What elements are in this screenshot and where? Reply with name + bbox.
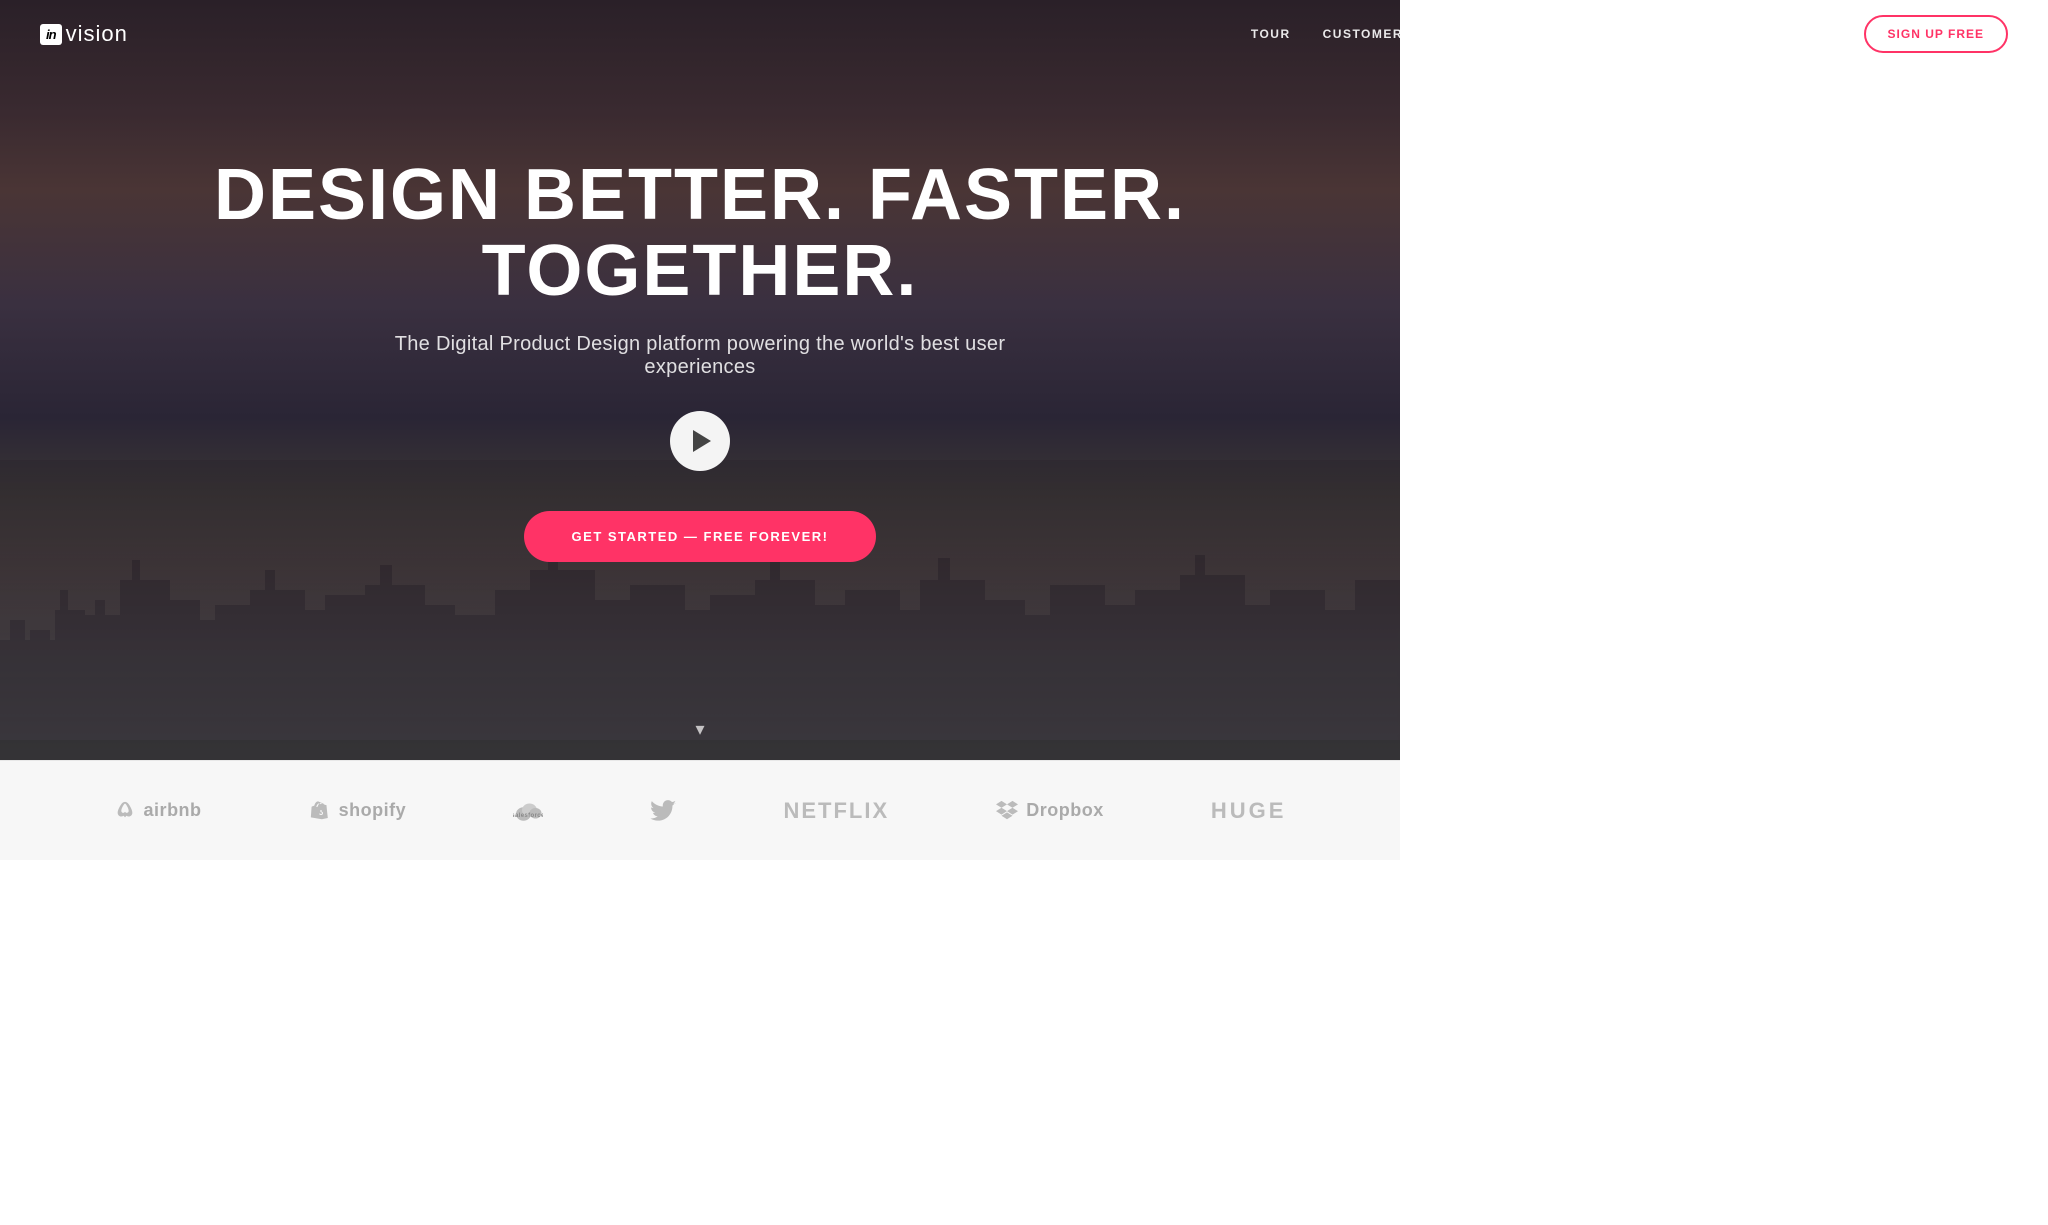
shopify-label: shopify <box>339 800 407 821</box>
logo-salesforce: salesforce <box>513 800 543 822</box>
signup-button[interactable]: SIGN UP FREE <box>1864 15 2008 53</box>
logo[interactable]: in vision <box>40 21 128 47</box>
nav-link-new-features[interactable]: NEW FEATURES <box>1445 27 1558 41</box>
svg-text:salesforce: salesforce <box>513 813 543 819</box>
hero-content: DESIGN BETTER. FASTER. TOGETHER. The Dig… <box>150 158 1250 562</box>
twitter-icon <box>650 800 676 822</box>
nav-item-customers[interactable]: CUSTOMERS <box>1323 25 1413 43</box>
airbnb-icon <box>114 800 136 822</box>
salesforce-icon: salesforce <box>513 800 543 822</box>
netflix-label: NETFLIX <box>783 798 889 824</box>
logo-airbnb: airbnb <box>114 800 202 822</box>
nav-link-tour[interactable]: TOUR <box>1251 27 1291 41</box>
huge-label: HUGE <box>1211 798 1287 824</box>
logos-strip: airbnb shopify salesforce NETFLIX Dropbo… <box>0 760 1400 860</box>
logo-dropbox: Dropbox <box>996 800 1104 822</box>
nav-item-blog[interactable]: BLOG <box>1713 25 1754 43</box>
nav-link-blog[interactable]: BLOG <box>1713 27 1754 41</box>
hero-section: DESIGN BETTER. FASTER. TOGETHER. The Dig… <box>0 0 1400 760</box>
hero-title: DESIGN BETTER. FASTER. TOGETHER. <box>150 158 1250 309</box>
nav-item-signup[interactable]: SIGN UP FREE <box>1864 15 2008 53</box>
logo-box: in <box>40 24 62 45</box>
hero-subtitle: The Digital Product Design platform powe… <box>350 333 1050 379</box>
logo-text: vision <box>66 21 128 47</box>
nav-item-login[interactable]: LOGIN <box>1786 25 1832 43</box>
cta-button[interactable]: GET STARTED — FREE FOREVER! <box>524 511 877 562</box>
nav-item-enterprise[interactable]: ENTERPRISE <box>1590 25 1682 43</box>
logo-shopify: shopify <box>309 800 407 822</box>
nav-link-customers[interactable]: CUSTOMERS <box>1323 27 1413 41</box>
dropbox-label: Dropbox <box>1026 800 1104 821</box>
dropbox-icon <box>996 800 1018 822</box>
nav-item-tour[interactable]: TOUR <box>1251 25 1291 43</box>
nav-link-login[interactable]: LOGIN <box>1786 27 1832 41</box>
airbnb-label: airbnb <box>144 800 202 821</box>
scroll-down-indicator[interactable]: ▾ <box>695 719 704 740</box>
logo-netflix: NETFLIX <box>783 798 889 824</box>
shopify-icon <box>309 800 331 822</box>
nav-links: TOUR CUSTOMERS NEW FEATURES ENTERPRISE B… <box>1251 15 2008 53</box>
nav-item-new-features[interactable]: NEW FEATURES <box>1445 25 1558 43</box>
logo-twitter <box>650 800 676 822</box>
play-icon <box>693 430 711 452</box>
navbar: in vision TOUR CUSTOMERS NEW FEATURES EN… <box>0 0 2048 68</box>
nav-link-enterprise[interactable]: ENTERPRISE <box>1590 27 1682 41</box>
logo-huge: HUGE <box>1211 798 1287 824</box>
play-button[interactable] <box>670 411 730 471</box>
